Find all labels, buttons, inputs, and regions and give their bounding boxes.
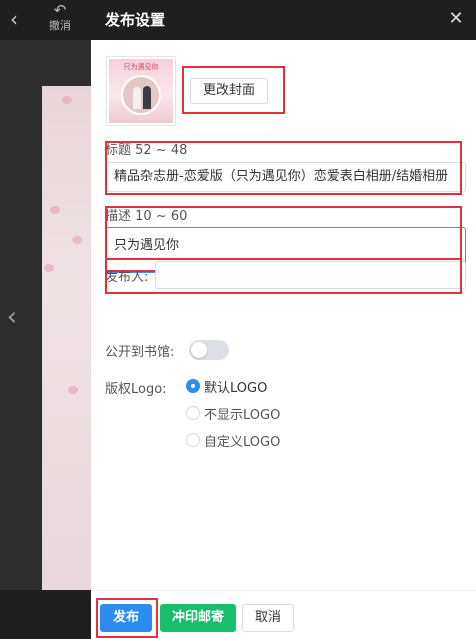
change-cover-button[interactable]: 更改封面 bbox=[190, 78, 268, 104]
bride-figure bbox=[133, 87, 141, 109]
back-button[interactable]: ‹ bbox=[4, 8, 24, 30]
logo-option-hidden[interactable]: 不显示LOGO bbox=[186, 404, 281, 423]
publisher-input[interactable] bbox=[155, 261, 466, 289]
print-mail-button[interactable]: 冲印邮寄 bbox=[160, 604, 236, 632]
cover-text: 只为遇见你 bbox=[123, 63, 159, 71]
undo-icon: ↶ bbox=[53, 1, 67, 19]
cover-image: 只为遇见你 bbox=[109, 59, 173, 123]
radio-unchecked-icon[interactable] bbox=[186, 406, 200, 420]
undo-label: 撤消 bbox=[49, 19, 71, 32]
petal-decoration bbox=[50, 206, 60, 214]
radio-unchecked-icon[interactable] bbox=[186, 433, 200, 447]
chevron-left-icon: ‹ bbox=[10, 7, 18, 31]
public-library-label: 公开到书馆: bbox=[105, 345, 175, 360]
editor-area: ‹ ↶ 撤消 ‹ bbox=[0, 0, 91, 639]
editor-toolbar: ‹ ↶ 撤消 bbox=[0, 0, 91, 40]
copyright-logo-label: 版权Logo: bbox=[105, 382, 167, 397]
petal-decoration bbox=[44, 264, 54, 272]
cover-thumbnail[interactable]: 只为遇见你 bbox=[106, 56, 176, 126]
prev-page-button[interactable]: ‹ bbox=[2, 302, 22, 332]
logo-option-label: 默认LOGO bbox=[204, 380, 268, 396]
title-input[interactable]: 精品杂志册-恋爱版（只为遇见你）恋爱表白相册/结婚相册 bbox=[105, 162, 466, 192]
publisher-label: 发布人: bbox=[105, 270, 149, 285]
editor-bottom-bar bbox=[0, 590, 91, 639]
publish-button[interactable]: 发布 bbox=[100, 604, 152, 632]
toggle-knob bbox=[191, 342, 207, 358]
cancel-button[interactable]: 取消 bbox=[242, 604, 294, 632]
panel-header: 发布设置 ✕ bbox=[91, 0, 476, 40]
close-icon[interactable]: ✕ bbox=[446, 8, 466, 29]
title-label: 标题 52 ~ 48 bbox=[105, 143, 188, 158]
groom-figure bbox=[143, 86, 151, 109]
logo-option-default[interactable]: 默认LOGO bbox=[186, 377, 268, 396]
logo-option-custom[interactable]: 自定义LOGO bbox=[186, 431, 281, 450]
public-library-toggle[interactable] bbox=[189, 340, 229, 360]
petal-decoration bbox=[68, 386, 78, 394]
description-label: 描述 10 ~ 60 bbox=[105, 209, 188, 224]
radio-checked-icon[interactable] bbox=[186, 379, 200, 393]
petal-decoration bbox=[62, 96, 72, 104]
logo-option-label: 自定义LOGO bbox=[204, 434, 281, 450]
description-text: 只为遇见你 bbox=[114, 238, 180, 253]
logo-option-label: 不显示LOGO bbox=[204, 407, 281, 423]
publish-settings-panel: 发布设置 ✕ 只为遇见你 更改封面 标题 52 ~ 48 精品杂志册-恋爱版（只… bbox=[91, 0, 476, 639]
panel-title: 发布设置 bbox=[105, 11, 166, 29]
undo-button[interactable]: ↶ 撤消 bbox=[40, 2, 80, 38]
cover-photo-frame bbox=[121, 75, 161, 115]
page-canvas-preview bbox=[42, 86, 91, 590]
chevron-left-icon: ‹ bbox=[6, 302, 18, 332]
petal-decoration bbox=[72, 236, 82, 244]
